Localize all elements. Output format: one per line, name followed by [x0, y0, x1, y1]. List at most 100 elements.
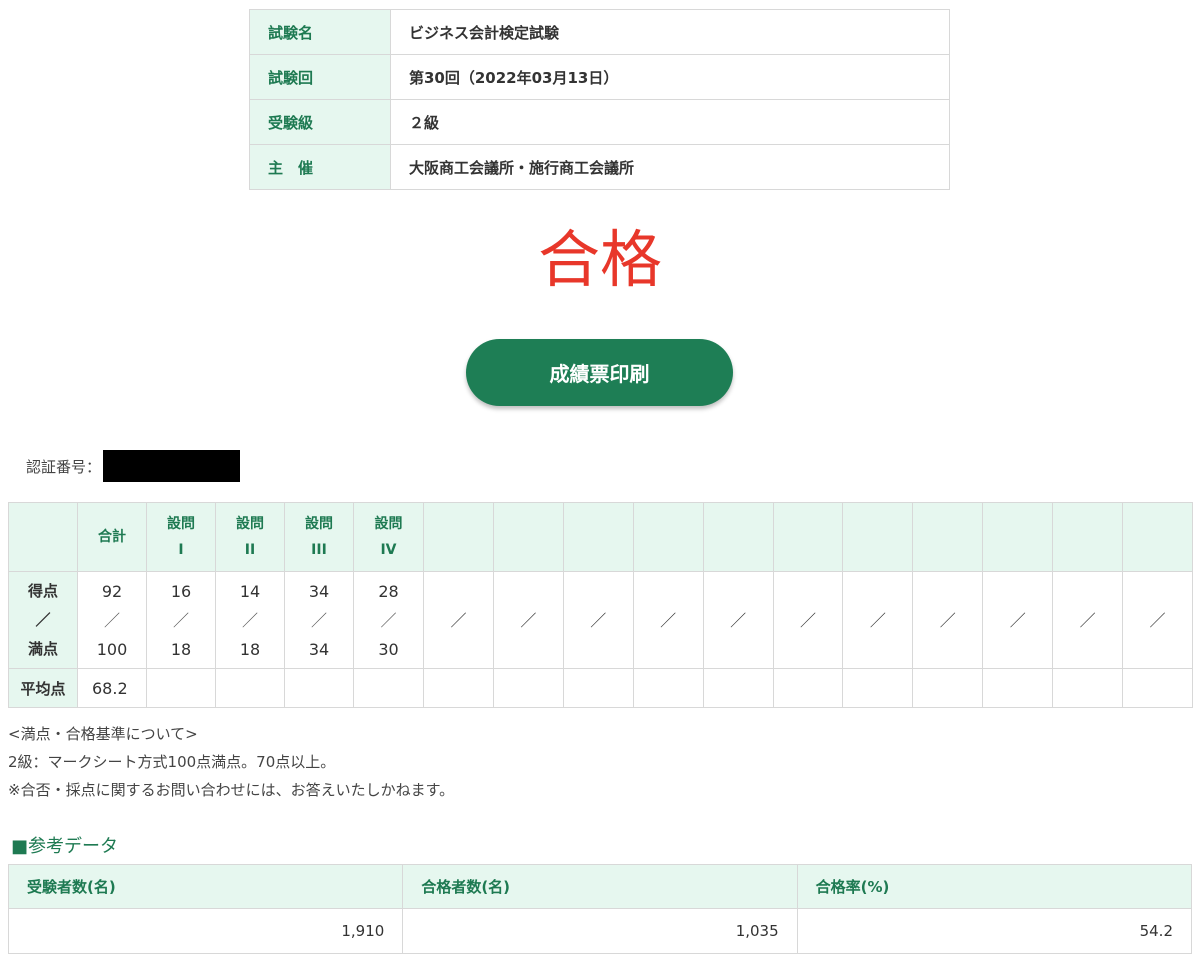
score-header-text: 設問 — [374, 516, 403, 532]
score-maximum: 18 — [170, 639, 192, 659]
score-header-text: IV — [380, 542, 397, 558]
score-row-label: 得点 ／ 満点 — [8, 571, 78, 669]
score-header-13 — [912, 502, 984, 572]
score-cell-empty: ／ — [562, 571, 634, 669]
certification-number: 認証番号： — [26, 450, 241, 482]
score-header-3: 設問 II — [215, 502, 285, 572]
score-obtained: 14 — [239, 581, 261, 601]
score-header-11 — [772, 502, 844, 572]
score-cell-empty: ／ — [912, 571, 984, 669]
score-cell-empty: ／ — [982, 571, 1054, 669]
score-header-blank — [8, 502, 78, 572]
score-header-text: II — [244, 542, 256, 558]
score-cell: 14 ／ 18 — [215, 571, 285, 669]
exam-info-value: 第30回（2022年03月13日） — [390, 54, 950, 100]
average-cell-empty — [702, 668, 774, 708]
cert-label: 認証番号： — [26, 457, 102, 476]
exam-info-table: 試験名 ビジネス会計検定試験 試験回 第30回（2022年03月13日） 受験級 ２級主 … — [249, 9, 950, 190]
score-cell: 28 ／ 30 — [353, 571, 424, 669]
score-separator: ／ — [380, 610, 397, 630]
score-cell-empty: ／ — [1122, 571, 1193, 669]
score-header-15 — [1052, 502, 1124, 572]
exam-info-row: 主 催大阪商工会議所・施行商工会議所 — [249, 144, 950, 190]
score-header-12 — [842, 502, 914, 572]
ref-header-passers: 合格者数(名) — [402, 864, 798, 909]
average-cell-empty — [982, 668, 1054, 708]
score-header-text: III — [311, 542, 327, 558]
exam-info-value: 大阪商工会議所・施行商工会議所 — [390, 144, 950, 190]
reference-data-title: ■参考データ — [11, 836, 119, 857]
exam-info-label: 主 催 — [249, 144, 391, 190]
score-header-text: I — [178, 542, 184, 558]
score-separator: ／ — [310, 610, 327, 630]
exam-info-label: 試験名 — [249, 9, 391, 55]
score-header-text: 設問 — [236, 516, 264, 532]
average-cell-empty — [492, 668, 564, 708]
criteria-notes: <満点・合格基準について> 2級：マークシート方式100点満点。70点以上。 ※… — [8, 720, 454, 804]
average-cell-empty — [632, 668, 704, 708]
score-header-5: 設問 IV — [353, 502, 424, 572]
score-cell: 92 ／ 100 — [77, 571, 147, 669]
score-header-14 — [982, 502, 1054, 572]
score-cell-empty: ／ — [492, 571, 564, 669]
score-obtained: 28 — [378, 581, 399, 601]
exam-info-row: 試験回 第30回（2022年03月13日） — [249, 54, 950, 100]
average-cell-empty — [1122, 668, 1193, 708]
score-header-2: 設問 I — [146, 502, 216, 572]
score-cell-empty: ／ — [772, 571, 844, 669]
average-cell-empty — [562, 668, 634, 708]
score-separator: ／ — [241, 610, 258, 630]
ref-header-examinees: 受験者数(名) — [7, 864, 404, 909]
score-cell-empty: ／ — [423, 571, 494, 669]
score-cell-empty: ／ — [632, 571, 704, 669]
average-cell-empty — [146, 668, 216, 708]
exam-info-label: 試験回 — [249, 54, 391, 100]
cert-number-redacted — [103, 450, 241, 482]
criteria-detail: 2級：マークシート方式100点満点。70点以上。 — [8, 753, 336, 771]
criteria-heading: <満点・合格基準について> — [8, 725, 198, 743]
exam-info-label: 受験級 — [249, 99, 391, 145]
average-value: 68.2 — [77, 668, 147, 708]
score-header-6 — [423, 502, 494, 572]
ref-value-examinees: 1,910 — [7, 908, 404, 954]
score-cell-empty: ／ — [1052, 571, 1124, 669]
average-cell-empty — [423, 668, 494, 708]
average-cell-empty — [842, 668, 914, 708]
score-cell-empty: ／ — [702, 571, 774, 669]
exam-info-row: 試験名 ビジネス会計検定試験 — [249, 9, 950, 55]
score-header-text: 合計 — [98, 529, 126, 545]
score-header-4: 設問 III — [284, 502, 354, 572]
print-report-button[interactable]: 成績票印刷 — [466, 339, 733, 406]
result-text: 合格 — [537, 223, 662, 296]
score-header-16 — [1122, 502, 1193, 572]
average-cell-empty — [912, 668, 984, 708]
exam-info-value: ２級 — [390, 99, 950, 145]
reference-data-table: 受験者数(名) 合格者数(名) 合格率(%) 1,910 1,035 54.2 — [7, 864, 1193, 954]
inquiry-note: ※合否・採点に関するお問い合わせには、お答えいたしかねます。 — [8, 781, 455, 799]
score-header-8 — [562, 502, 634, 572]
average-cell-empty — [215, 668, 285, 708]
average-cell-empty — [284, 668, 354, 708]
score-row-label-part: ／ — [35, 610, 51, 629]
ref-value-passers: 1,035 — [402, 908, 798, 954]
score-row-label-part: 満点 — [27, 639, 58, 658]
score-cell: 34 ／ 34 — [284, 571, 354, 669]
average-cell-empty — [772, 668, 844, 708]
exam-info-value: ビジネス会計検定試験 — [390, 9, 950, 55]
score-row-label-part: 得点 — [27, 581, 58, 600]
average-cell-empty — [353, 668, 424, 708]
average-label: 平均点 — [8, 668, 78, 708]
average-cell-empty — [1052, 668, 1124, 708]
ref-header-pass-rate: 合格率(%) — [796, 864, 1193, 909]
score-maximum: 100 — [96, 639, 128, 659]
score-separator: ／ — [103, 610, 120, 630]
score-cell-empty: ／ — [842, 571, 914, 669]
score-maximum: 18 — [239, 639, 261, 659]
score-header-9 — [632, 502, 704, 572]
score-header-text: 設問 — [305, 516, 333, 532]
score-maximum: 34 — [308, 639, 330, 659]
score-table: 合計 設問 I 設問 II 設問 III 設問 IV 得点 ／ 満点 92 ／ 100 16 ／ 18 14 ／ 18… — [8, 502, 1193, 708]
score-header-7 — [492, 502, 564, 572]
score-header-10 — [702, 502, 774, 572]
score-obtained: 34 — [308, 581, 330, 601]
